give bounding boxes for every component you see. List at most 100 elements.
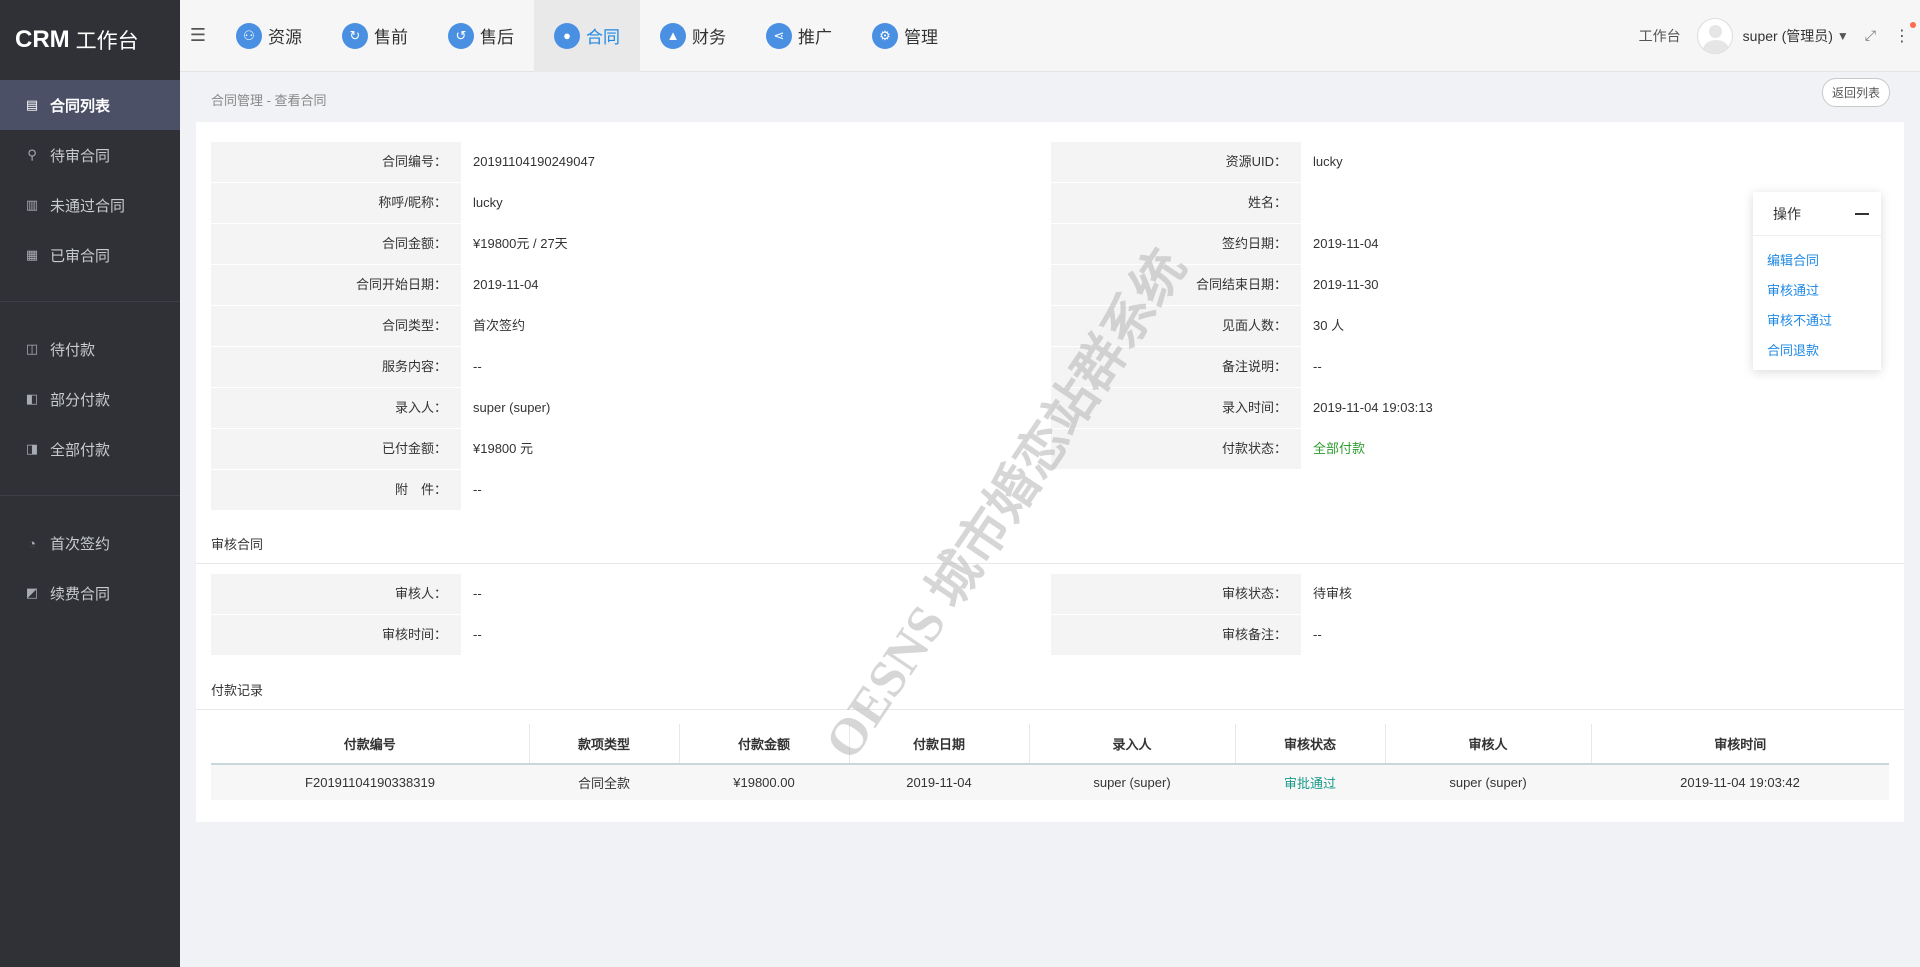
- nav-tab-contract[interactable]: ● 合同: [534, 0, 640, 72]
- sidebar-divider: [0, 474, 180, 496]
- reject-link[interactable]: 审核不通过: [1753, 306, 1881, 336]
- field-label: 合同金额：: [211, 224, 461, 265]
- sidebar-item-pending-review[interactable]: ⚲ 待审合同: [0, 130, 180, 180]
- section-divider: [196, 563, 1904, 564]
- column-header: 付款编号: [211, 724, 530, 765]
- sidebar-item-contract-list[interactable]: ▤ 合同列表: [0, 80, 180, 130]
- field-value: --: [461, 574, 1051, 615]
- sidebar-item-label: 部分付款: [50, 391, 111, 409]
- minimize-icon[interactable]: [1855, 212, 1869, 215]
- sidebar-item-first-sign[interactable]: ◔ 首次签约: [0, 518, 180, 568]
- field-label: 审核状态：: [1051, 574, 1301, 615]
- resource-icon: ⚇: [236, 22, 262, 49]
- menu-toggle-icon[interactable]: ☰: [180, 0, 216, 72]
- back-to-list-button[interactable]: 返回列表: [1821, 78, 1890, 107]
- field-label: 合同编号：: [211, 142, 461, 183]
- field-value: --: [461, 347, 1051, 388]
- top-nav: ⚇ 资源 ↻ 售前 ↺ 售后 ● 合同 ▲ 财务 ⋖ 推广 ⚙ 管理: [216, 0, 958, 72]
- gear-icon: ⚙: [872, 22, 898, 49]
- top-right-tools: 工作台 super (管理员) ▼ ⤢ ⋮: [1639, 0, 1920, 72]
- contract-detail-card: 合同编号： 20191104190249047 称呼/昵称： lucky 合同金…: [196, 122, 1904, 822]
- share-icon: ⋖: [766, 22, 792, 49]
- field-value: 20191104190249047: [461, 142, 1051, 183]
- approve-link[interactable]: 审核通过: [1753, 276, 1881, 306]
- sidebar-item-full-payment[interactable]: ◨ 全部付款: [0, 424, 180, 474]
- field-value: 2019-11-04 19:03:13: [1301, 388, 1891, 429]
- sidebar-item-label: 全部付款: [50, 441, 111, 459]
- column-header: 付款金额: [679, 724, 850, 765]
- operations-title: 操作: [1773, 205, 1801, 222]
- field-label: 签约日期：: [1051, 224, 1301, 265]
- nav-tab-promotion[interactable]: ⋖ 推广: [746, 0, 852, 72]
- table-cell: ¥19800.00: [679, 764, 849, 800]
- chevron-down-icon[interactable]: ▼: [1837, 29, 1849, 43]
- nav-tab-manage[interactable]: ⚙ 管理: [852, 0, 958, 72]
- avatar[interactable]: [1696, 17, 1733, 54]
- field-value: 待审核: [1301, 574, 1891, 615]
- review-status-cell: 审批通过: [1235, 764, 1385, 800]
- refund-link[interactable]: 合同退款: [1753, 336, 1881, 366]
- sidebar-gap: [0, 302, 180, 324]
- partial-pay-icon: ◧: [25, 391, 39, 406]
- sidebar-item-label: 已审合同: [50, 247, 111, 265]
- field-value: ¥19800 元: [461, 429, 1051, 470]
- payments-table: 付款编号 款项类型 付款金额 付款日期 录入人 审核状态 审核人 审核时间 F2…: [211, 724, 1889, 800]
- field-value: --: [1301, 615, 1891, 656]
- brand-logo[interactable]: CRM 工作台: [0, 0, 180, 80]
- finance-chart-icon: ▲: [660, 22, 686, 49]
- field-label: 合同类型：: [211, 306, 461, 347]
- more-vertical-icon[interactable]: ⋮: [1894, 21, 1916, 46]
- field-value: ¥19800元 / 27天: [461, 224, 1051, 265]
- section-divider: [196, 709, 1904, 710]
- field-value: --: [461, 615, 1051, 656]
- field-value: super (super): [461, 388, 1051, 429]
- aftersale-icon: ↺: [448, 22, 474, 49]
- field-label: 姓名：: [1051, 183, 1301, 224]
- column-header: 审核状态: [1235, 724, 1386, 765]
- sidebar-item-label: 续费合同: [50, 585, 111, 603]
- field-value: --: [461, 470, 1051, 511]
- document-list-icon: ▤: [25, 97, 39, 112]
- column-header: 录入人: [1029, 724, 1236, 765]
- sidebar-item-awaiting-payment[interactable]: ◫ 待付款: [0, 324, 180, 374]
- column-header: 审核时间: [1591, 724, 1889, 765]
- brand-rest: 工作台: [75, 30, 139, 53]
- nav-tab-aftersale[interactable]: ↺ 售后: [428, 0, 534, 72]
- workbench-link[interactable]: 工作台: [1639, 26, 1681, 46]
- sidebar-gap: [0, 496, 180, 518]
- sidebar-item-label: 首次签约: [50, 535, 111, 553]
- field-label: 录入时间：: [1051, 388, 1301, 429]
- presale-icon: ↻: [342, 22, 368, 49]
- field-label: 审核备注：: [1051, 615, 1301, 656]
- table-cell: F20191104190338319: [211, 764, 529, 800]
- operations-list: 编辑合同 审核通过 审核不通过 合同退款: [1753, 236, 1881, 366]
- table-cell: super (super): [1029, 764, 1235, 800]
- nav-tab-resource[interactable]: ⚇ 资源: [216, 0, 322, 72]
- user-menu[interactable]: super (管理员): [1743, 26, 1833, 46]
- sidebar-item-partial-payment[interactable]: ◧ 部分付款: [0, 374, 180, 424]
- sidebar-item-label: 合同列表: [50, 97, 111, 115]
- column-header: 付款日期: [849, 724, 1030, 765]
- field-label: 资源UID：: [1051, 142, 1301, 183]
- fullscreen-icon[interactable]: ⤢: [1865, 27, 1876, 44]
- brand-bold: CRM: [15, 26, 70, 53]
- nav-tab-label: 推广: [798, 28, 832, 47]
- field-value: lucky: [1301, 142, 1891, 183]
- operations-header: 操作: [1753, 192, 1881, 236]
- review-info-left: 审核人： -- 审核时间： --: [211, 574, 1051, 656]
- sidebar-item-rejected[interactable]: ▥ 未通过合同: [0, 180, 180, 230]
- field-label: 录入人：: [211, 388, 461, 429]
- nav-tab-finance[interactable]: ▲ 财务: [640, 0, 746, 72]
- breadcrumb: 合同管理 - 查看合同: [211, 93, 327, 108]
- field-label: 合同结束日期：: [1051, 265, 1301, 306]
- breadcrumb-row: 合同管理 - 查看合同 返回列表: [180, 72, 1920, 122]
- edit-contract-link[interactable]: 编辑合同: [1753, 246, 1881, 276]
- nav-tab-presale[interactable]: ↻ 售前: [322, 0, 428, 72]
- table-header-row: 付款编号 款项类型 付款金额 付款日期 录入人 审核状态 审核人 审核时间: [211, 724, 1889, 765]
- nav-tab-label: 管理: [904, 28, 938, 47]
- contract-user-icon: ●: [554, 22, 580, 49]
- sidebar-menu: ▤ 合同列表 ⚲ 待审合同 ▥ 未通过合同 ▦ 已审合同 ◫ 待付款 ◧ 部分付…: [0, 80, 180, 618]
- sidebar-item-renew[interactable]: ◩ 续费合同: [0, 568, 180, 618]
- sidebar-item-approved[interactable]: ▦ 已审合同: [0, 230, 180, 280]
- rejected-doc-icon: ▥: [25, 197, 39, 212]
